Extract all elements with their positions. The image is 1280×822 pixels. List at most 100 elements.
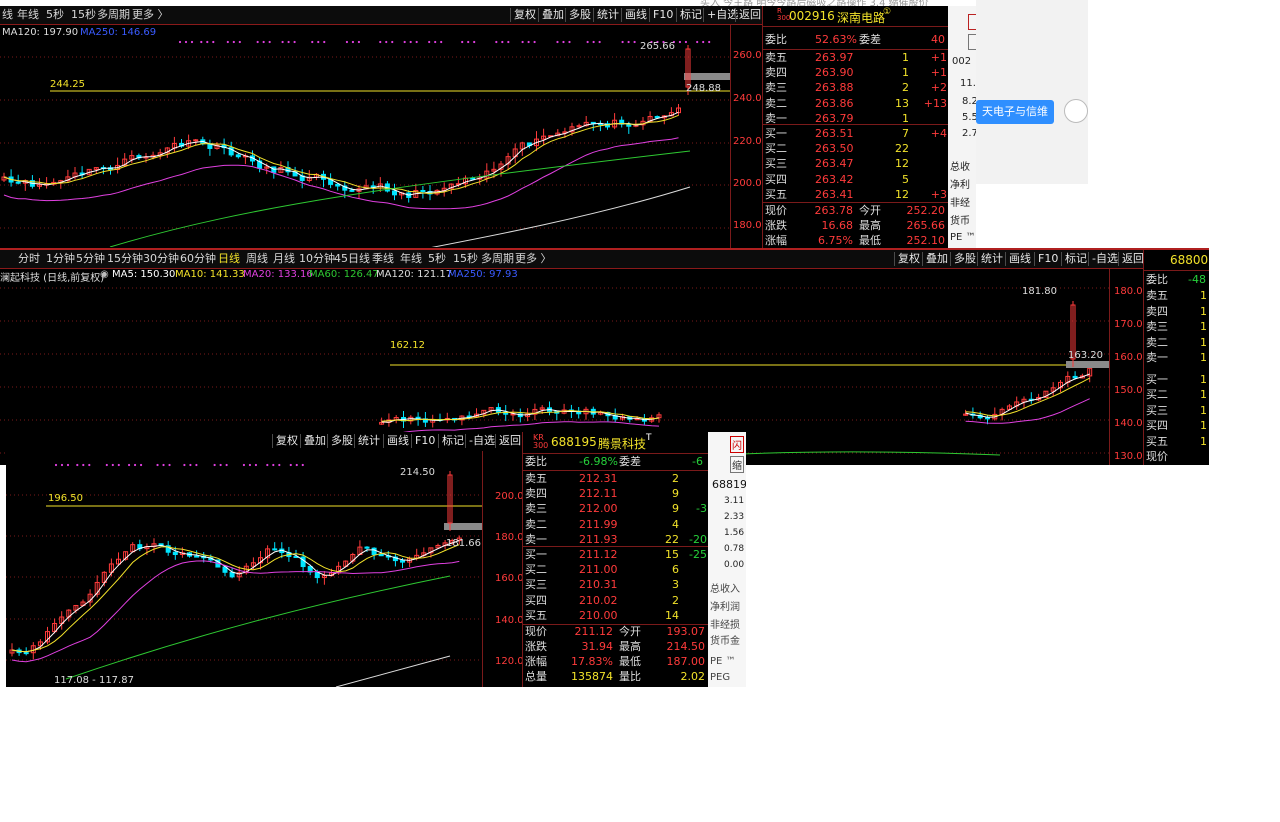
restore-rights-button[interactable]: 复权 [272,434,301,448]
f10-button[interactable]: F10 [649,8,676,22]
more-menu[interactable]: 更多 〉 [132,6,169,24]
quote-row: 卖四 1 [1144,304,1209,319]
stats-button[interactable]: 统计 [593,8,622,22]
stats-button[interactable]: 统计 [354,434,383,448]
period-tab[interactable]: 45日线 [334,250,370,268]
multi-stock-button[interactable]: 多股 [565,8,594,22]
stub-text: 2.33 [724,512,745,522]
signal-marker [473,40,476,44]
signal-marker [684,40,688,44]
restore-rights-button[interactable]: 复权 [894,252,923,266]
quote-row: 买二 1 [1144,387,1209,402]
period-tab[interactable]: 季线 [372,250,394,268]
stat-row: 现价 211.12 今开 193.07 [523,624,709,639]
period-tab[interactable]: 5秒 [428,250,446,268]
f10-button[interactable]: F10 [1034,252,1061,266]
period-tab[interactable]: 10分钟 [299,250,335,268]
level-volume: 13 [895,96,909,110]
last-price-label: 248.88 [686,83,721,94]
period-tab[interactable]: 年线 [17,6,39,24]
period-tab[interactable]: 分时 [18,250,40,268]
signal-marker [415,40,418,44]
draw-line-button[interactable]: 画线 [621,8,650,22]
settings-icon[interactable]: ◉ [100,269,109,280]
period-tab[interactable]: 5分钟 [76,250,105,268]
candle-body [364,546,370,549]
draw-line-button[interactable]: 画线 [383,434,412,448]
level-price: 211.12 [579,548,618,561]
ma10-line [381,377,1090,422]
period-tab[interactable]: 日线 [218,250,240,268]
candle-body [1072,375,1078,379]
level-label: 卖三 [525,502,547,516]
price-tick: 160.0 [495,573,524,584]
multi-stock-button[interactable]: 多股 [950,252,979,266]
quote-row: 买三 263.47 12 [763,156,949,171]
level-volume: 2 [672,593,679,607]
f10-button[interactable]: F10 [411,434,438,448]
stat-value: 187.00 [666,655,706,668]
ma60-label: MA60: 126.47 [309,269,379,280]
remove-watchlist-button[interactable]: -自选 [1088,252,1121,266]
mark-button[interactable]: 标记 [676,8,705,22]
signal-marker [403,40,406,44]
overlay-button[interactable]: 叠加 [300,434,329,448]
draw-line-button[interactable]: 画线 [1005,252,1034,266]
stat-label: 现价 [765,204,787,217]
period-tab[interactable]: 15分钟 [107,250,143,268]
period-tab[interactable]: 周线 [246,250,268,268]
candlestick-chart[interactable]: 265.66 244.25 248.88 [0,25,730,247]
low-price-label: 117.08 - 117.87 [54,675,134,686]
period-tab[interactable]: 30分钟 [143,250,179,268]
level-volume: 1 [1200,434,1207,448]
remove-watchlist-button[interactable]: -自选 [465,434,498,448]
period-tab[interactable]: 5秒 [46,6,64,24]
period-tab[interactable]: 月线 [273,250,295,268]
overlay-button[interactable]: 叠加 [922,252,951,266]
last-price-bar [1066,361,1109,368]
info-icon[interactable]: ① [883,7,891,17]
back-button[interactable]: 返回 [735,8,764,22]
period-tab[interactable]: 多周期 [481,250,514,268]
signal-marker [391,40,394,44]
level-label: 买四 [765,172,787,186]
level-label: 买一 [525,548,547,561]
level-price: 210.00 [579,608,618,622]
period-tab[interactable]: 多周期 [97,6,130,24]
quote-row: 卖二 263.86 13 +13 [763,96,949,111]
multi-stock-button[interactable]: 多股 [327,434,356,448]
restore-rights-button[interactable]: 复权 [510,8,539,22]
toolbar: 分时 1分钟 5分钟 15分钟 30分钟 60分钟 日线 周线 月线 10分钟 45日线 季线 年线 5秒… [0,250,1209,269]
candle-body [229,571,235,578]
stats-button[interactable]: 统计 [977,252,1006,266]
level-price: 263.97 [815,51,854,64]
candlestick-chart[interactable]: 214.50 196.50 181.66 117.08 - 117.87 [6,451,482,687]
ma120-line [335,655,451,687]
period-tab[interactable]: 1分钟 [46,250,75,268]
stat-label: 总量 [525,670,547,683]
avatar[interactable] [1064,99,1088,123]
level-label: 买三 [765,157,787,171]
period-tab[interactable]: 线 [2,6,13,24]
signal-marker [633,40,636,44]
period-tab[interactable]: 15秒 [453,250,478,268]
period-tab[interactable]: 60分钟 [180,250,216,268]
level-volume: 1 [1200,403,1207,417]
quote-row: 买五 210.00 14 [523,608,709,623]
stat-value: 252.10 [906,234,946,247]
stat-row: 总量 135874 量比 2.02 [523,669,709,684]
mark-button[interactable]: 标记 [438,434,467,448]
period-tab[interactable]: 15秒 [71,6,96,24]
back-button[interactable]: 返回 [495,434,524,448]
mark-button[interactable]: 标记 [1061,252,1090,266]
overlay-button[interactable]: 叠加 [538,8,567,22]
quote-row: 涨跌 [1144,465,1209,466]
weicha-value: -6 [692,455,703,468]
popup-bubble[interactable]: 天电子与信维 [976,100,1054,124]
quote-row: 卖四 263.90 1 +1 [763,65,949,80]
tag-icon: T [646,433,652,443]
period-tab[interactable]: 年线 [400,250,422,268]
quote-row: 买一 263.51 7 +4 [763,126,949,141]
period-tab[interactable]: 更多 〉 [515,250,552,268]
ma5-line [3,111,679,196]
